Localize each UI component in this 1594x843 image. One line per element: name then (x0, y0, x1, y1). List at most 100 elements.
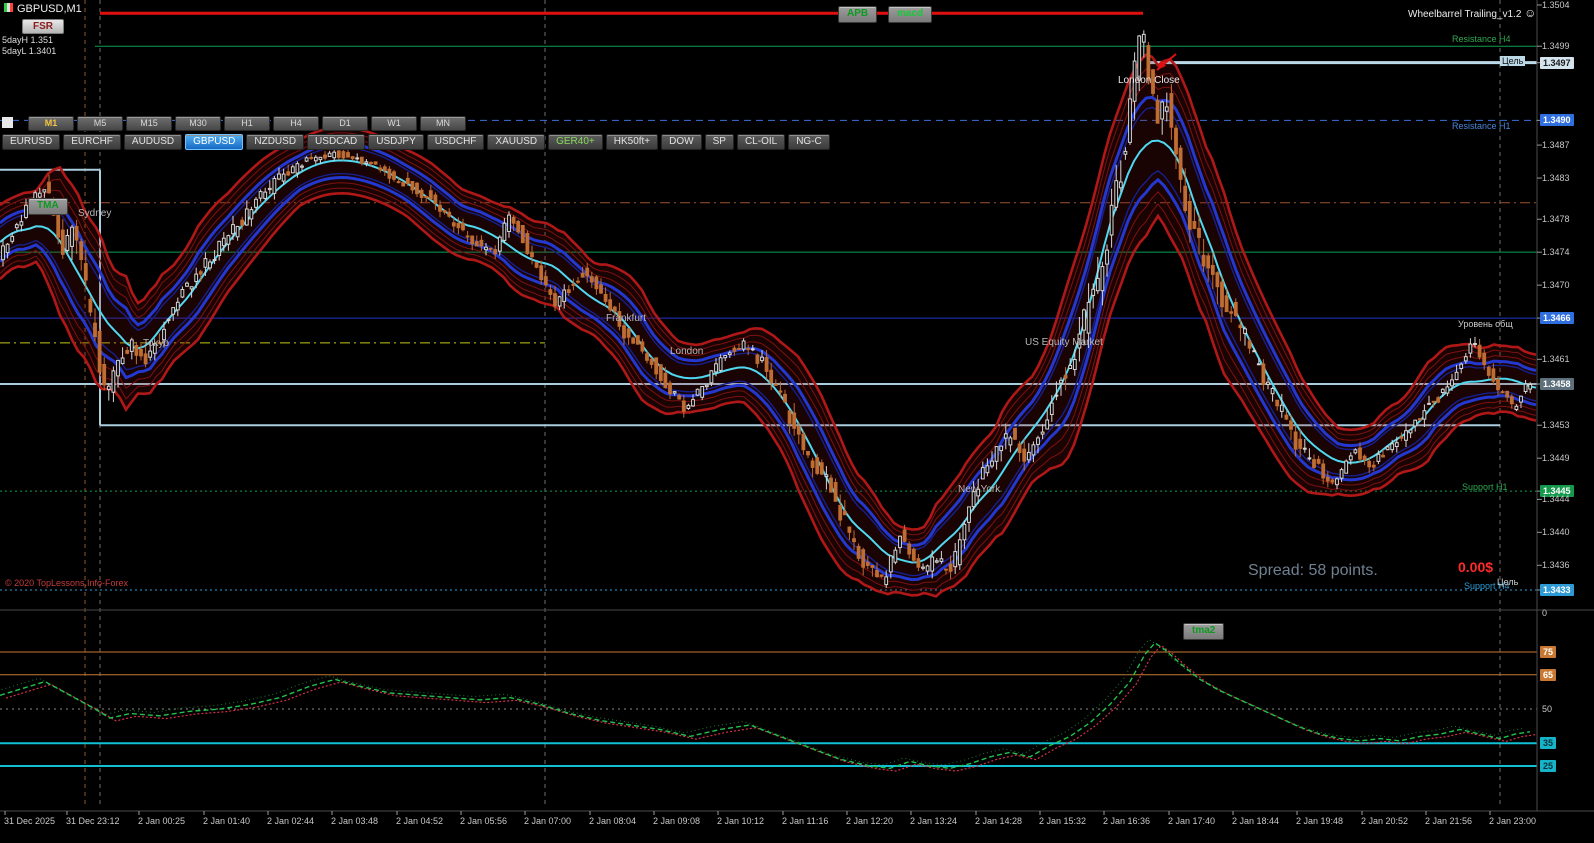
symbol-button-CL-OIL[interactable]: CL-OIL (736, 134, 786, 150)
profit-text: 0.00$ (1458, 559, 1494, 575)
chart-icon (4, 3, 13, 12)
symbol-button-DOW[interactable]: DOW (661, 134, 702, 150)
side-label: Уровень общ (1458, 319, 1513, 329)
candle-body (1109, 204, 1114, 236)
price-label-1.3444: 1.3444 (1542, 494, 1570, 505)
fsr-button[interactable]: FSR (22, 19, 64, 34)
candle-body (1454, 371, 1459, 381)
candle-body (967, 506, 971, 523)
time-label: 2 Jan 10:12 (717, 816, 765, 826)
timeframe-button-H1[interactable]: H1 (224, 116, 270, 131)
candle-body (290, 166, 295, 174)
candle-body (571, 283, 576, 286)
symbol-button-EURUSD[interactable]: EURUSD (2, 134, 61, 150)
tma2-button[interactable]: tma2 (1183, 623, 1225, 640)
timeframe-button-H4[interactable]: H4 (273, 116, 319, 131)
symbol-button-EURCHF[interactable]: EURCHF (63, 134, 121, 150)
candle-body (879, 574, 884, 577)
candle-body (240, 219, 245, 226)
symbol-button-USDCAD[interactable]: USDCAD (307, 134, 366, 150)
candle-body (948, 563, 953, 572)
time-label: 2 Jan 09:08 (653, 816, 701, 826)
timeframe-button-M1[interactable]: M1 (28, 116, 74, 131)
candle-body (1436, 397, 1441, 403)
candle-body (1210, 265, 1215, 275)
candle-body (419, 189, 424, 198)
symbol-button-GBPUSD[interactable]: GBPUSD (185, 134, 244, 150)
symbol-button-USDCHF[interactable]: USDCHF (426, 134, 485, 150)
candle-body (300, 165, 304, 168)
candle-body (327, 152, 332, 157)
candle-body (1468, 343, 1473, 354)
candle-body (166, 318, 171, 321)
side-label: Support H1 (1462, 482, 1508, 492)
symbol-button-GER40+[interactable]: GER40+ (548, 134, 603, 150)
tma-button[interactable]: TMA (28, 198, 68, 215)
symbol-button-USDJPY[interactable]: USDJPY (368, 134, 424, 150)
candle-body (364, 161, 369, 164)
chart-marker-box[interactable] (2, 117, 13, 128)
candle-body (194, 273, 199, 283)
candle-body (116, 359, 120, 377)
candle-body (520, 225, 525, 244)
timeframe-button-MN[interactable]: MN (420, 116, 466, 131)
candle-body (1072, 359, 1077, 370)
time-label: 2 Jan 18:44 (1232, 816, 1280, 826)
symbol-button-NG-C[interactable]: NG-C (788, 134, 830, 150)
symbol-button-HK50ft+[interactable]: HK50ft+ (605, 134, 659, 150)
session-label-sydney: Sydney (78, 208, 112, 219)
price-axis[interactable]: 1.3504 1.3499 1.3497 1.3490 1.3487 1.3483 1.34… (1538, 0, 1594, 611)
timeframe-button-W1[interactable]: W1 (371, 116, 417, 131)
candle-body (88, 298, 93, 313)
apb-button[interactable]: APB (838, 6, 878, 23)
candle-body (401, 182, 406, 187)
candle-body (603, 294, 608, 302)
candle-body (1362, 455, 1367, 461)
candle-body (1344, 460, 1349, 474)
timeframe-button-M5[interactable]: M5 (77, 116, 123, 131)
timeframe-button-D1[interactable]: D1 (322, 116, 368, 131)
candle-body (764, 357, 769, 372)
symbol-button-XAUUSD[interactable]: XAUUSD (487, 134, 546, 150)
candle-body (769, 369, 774, 383)
candle-body (1054, 394, 1059, 397)
candle-body (226, 235, 231, 245)
candle-body (1413, 419, 1418, 427)
candle-body (217, 240, 222, 256)
timeframe-button-M15[interactable]: M15 (126, 116, 172, 131)
candle-body (281, 173, 286, 182)
candle-body (97, 331, 102, 373)
candle-body (1275, 399, 1280, 407)
candle-body (645, 353, 649, 361)
candle-body (1169, 93, 1174, 128)
candle-body (1114, 180, 1119, 208)
candle-body (433, 194, 438, 204)
time-label: 2 Jan 19:48 (1296, 816, 1344, 826)
candle-body (1500, 391, 1505, 394)
symbol-button-NZDUSD[interactable]: NZDUSD (246, 134, 305, 150)
candle-body (175, 301, 180, 311)
symbol-button-SP[interactable]: SP (704, 134, 734, 150)
candle-body (277, 173, 281, 180)
time-label: 2 Jan 08:04 (589, 816, 637, 826)
candle-body (19, 221, 24, 226)
candle-body (663, 372, 668, 389)
indicator-axis[interactable]: 0 75 65 50 35 25 (1538, 608, 1594, 811)
candle-body (373, 161, 378, 165)
candle-body (378, 167, 383, 171)
candle-body (962, 523, 967, 541)
candle-body (957, 539, 962, 566)
candle-body (1086, 301, 1091, 334)
candle-body (1330, 479, 1335, 483)
symbol-button-AUDUSD[interactable]: AUDUSD (123, 134, 183, 150)
candle-body (778, 390, 783, 393)
price-label-1.3490: 1.3490 (1540, 114, 1574, 127)
timeframe-button-M30[interactable]: M30 (175, 116, 221, 131)
macd-button[interactable]: macd (888, 6, 933, 23)
candle-body (727, 352, 732, 356)
candle-body (1390, 443, 1395, 451)
candle-body (507, 214, 511, 233)
candle-body (134, 345, 139, 356)
candle-body (888, 555, 893, 573)
candle-body (267, 187, 272, 191)
